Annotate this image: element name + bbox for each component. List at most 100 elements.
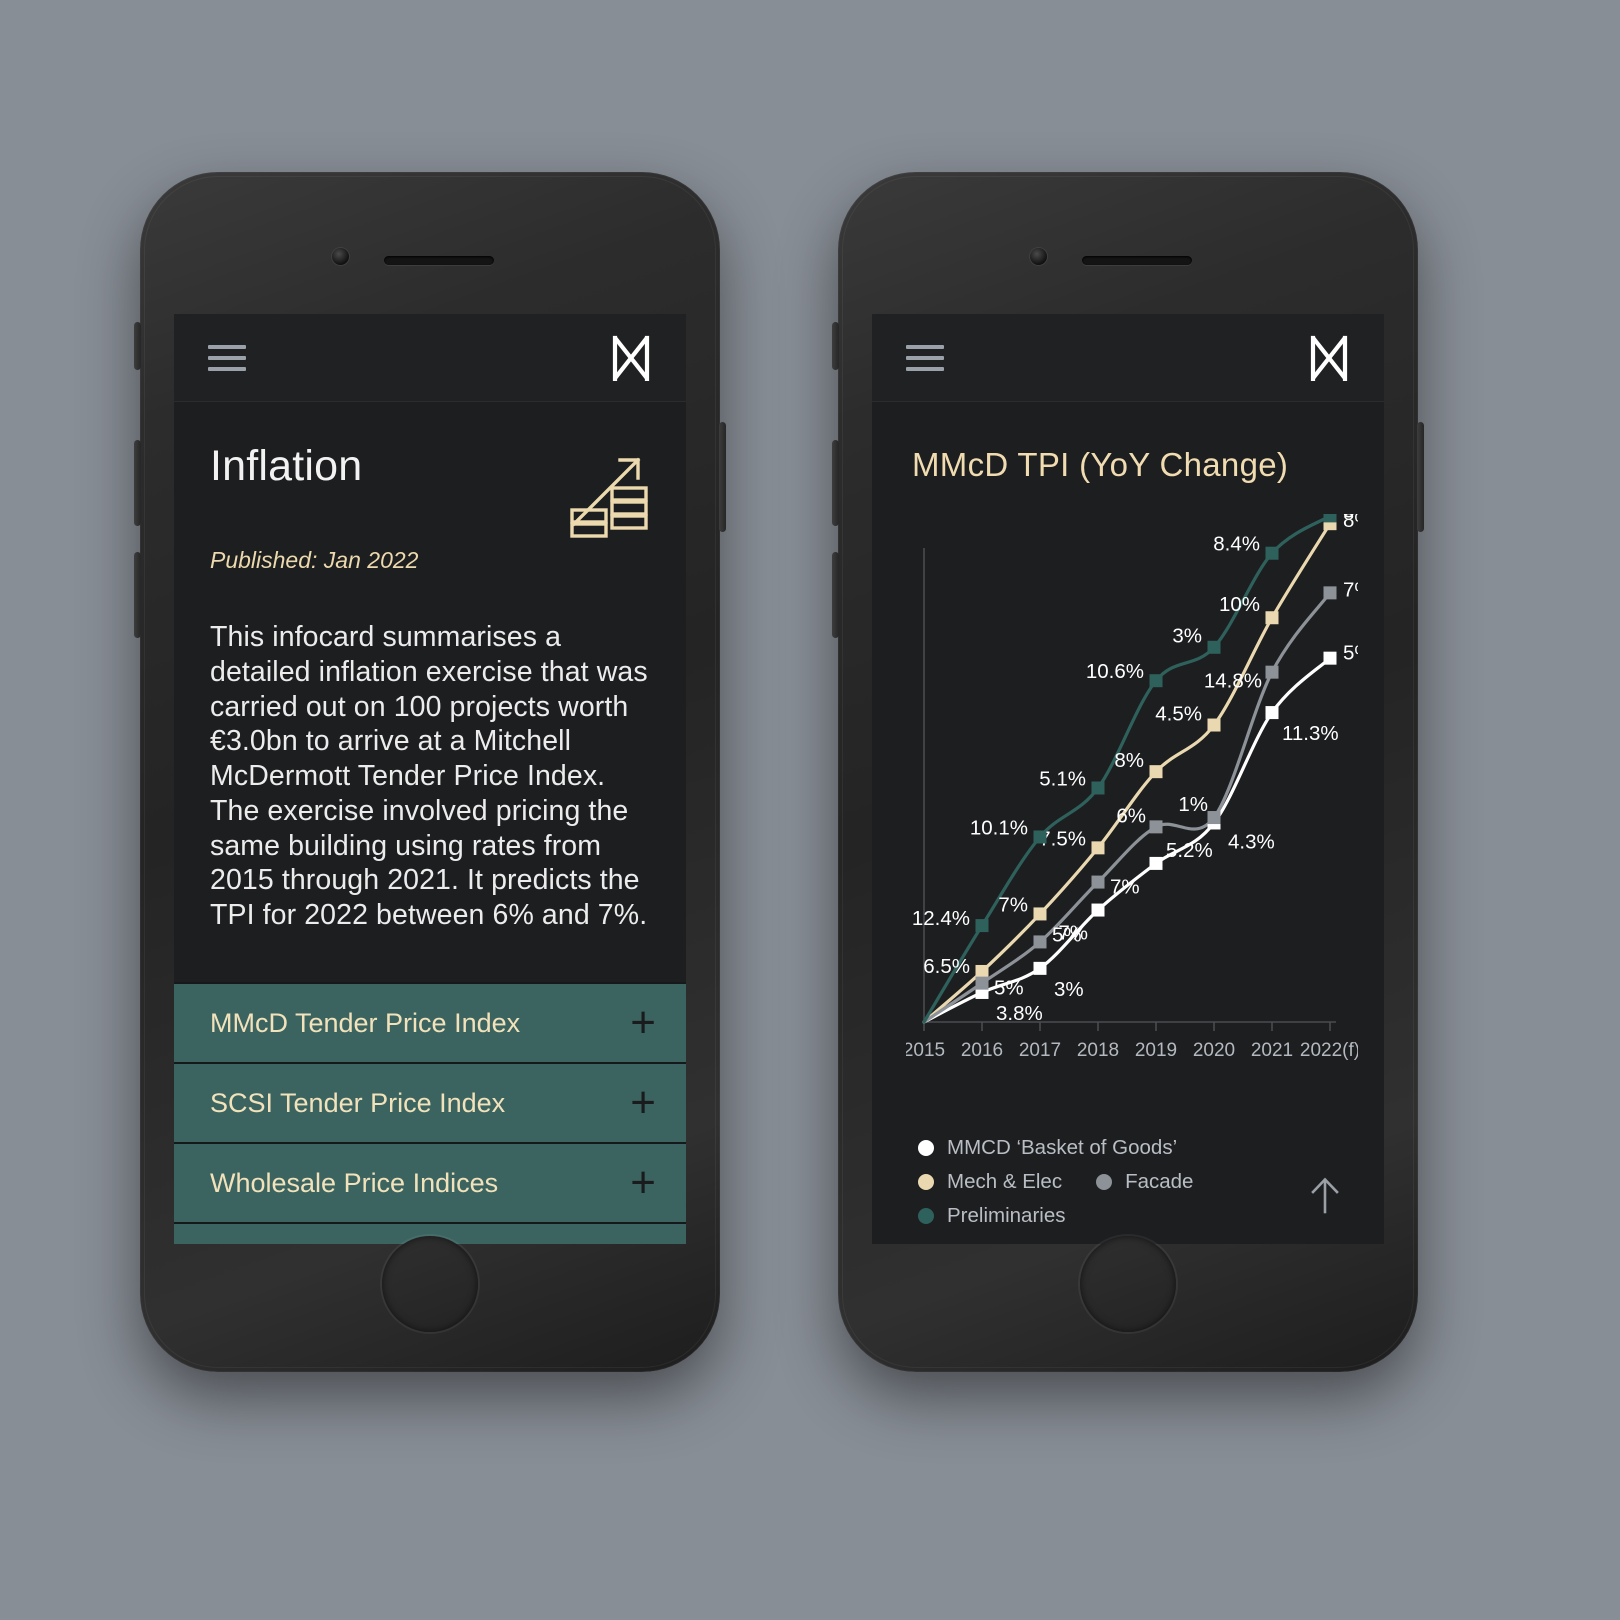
legend-label: Preliminaries bbox=[947, 1204, 1066, 1227]
data-point-label: 4.5% bbox=[1155, 702, 1202, 725]
data-point-label: 8.4% bbox=[1213, 533, 1260, 556]
accordion-item-mmcd-tpi[interactable]: MMcD Tender Price Index + bbox=[174, 982, 686, 1062]
data-point-label: 5% bbox=[1052, 923, 1082, 946]
data-point-label: 3% bbox=[1172, 625, 1202, 648]
legend-label: Facade bbox=[1125, 1170, 1194, 1193]
legend-color-dot bbox=[918, 1174, 934, 1190]
data-point-label: 12.4% bbox=[912, 907, 970, 930]
earpiece-speaker bbox=[384, 256, 494, 265]
mmcd-logo-icon[interactable] bbox=[610, 335, 652, 381]
legend-color-dot bbox=[918, 1208, 934, 1224]
data-point-label: 11.3% bbox=[1282, 722, 1339, 745]
mute-switch[interactable] bbox=[134, 322, 141, 370]
chart-marker bbox=[1265, 706, 1279, 720]
chart-marker bbox=[1149, 856, 1163, 870]
data-point-label: 5.2% bbox=[1166, 839, 1213, 862]
chart-marker bbox=[1033, 935, 1047, 949]
data-point-label: 7% bbox=[1343, 578, 1358, 601]
data-point-label: 10.6% bbox=[1086, 660, 1144, 683]
plus-icon[interactable]: + bbox=[630, 1160, 656, 1204]
accordion-list: MMcD Tender Price Index + SCSI Tender Pr… bbox=[174, 982, 686, 1244]
app-header-left bbox=[174, 314, 686, 402]
chart-marker bbox=[1265, 665, 1279, 679]
arrow-up-icon[interactable] bbox=[1308, 1176, 1342, 1214]
mute-switch[interactable] bbox=[832, 322, 839, 370]
phone-mockup-left: Inflation Published: Jan 2022 This infoc… bbox=[134, 172, 726, 1372]
x-axis-tick-label: 2018 bbox=[1077, 1040, 1119, 1061]
chart-marker bbox=[1265, 611, 1279, 625]
data-point-label: 8% bbox=[1114, 749, 1144, 772]
mmcd-logo-icon[interactable] bbox=[1308, 335, 1350, 381]
chart-marker bbox=[1207, 640, 1221, 654]
chart-marker bbox=[1323, 651, 1337, 665]
front-camera bbox=[1030, 248, 1047, 265]
canvas: Inflation Published: Jan 2022 This infoc… bbox=[0, 0, 1620, 1620]
chart-svg: 2015 2016 2017 2018 2019 2020 2021 2022(f) 3.8% 3… bbox=[906, 514, 1358, 1061]
data-point-label: 7% bbox=[1110, 875, 1140, 898]
data-point-label: 4.3% bbox=[1228, 830, 1275, 853]
x-axis-tick-label: 2017 bbox=[1019, 1040, 1061, 1061]
data-point-label: 5% bbox=[1343, 642, 1358, 665]
legend-color-dot bbox=[918, 1140, 934, 1156]
plus-icon[interactable]: + bbox=[630, 1000, 656, 1044]
accordion-label: MMcD Tender Price Index bbox=[210, 1007, 521, 1038]
data-point-label: 14.8% bbox=[1204, 670, 1262, 693]
plus-icon[interactable]: + bbox=[630, 1080, 656, 1124]
inflation-rising-coins-icon bbox=[570, 457, 648, 538]
volume-down-button[interactable] bbox=[832, 552, 839, 638]
legend-item[interactable]: Preliminaries bbox=[918, 1204, 1065, 1228]
data-point-label: 10% bbox=[1219, 593, 1260, 616]
legend-item[interactable]: Mech & Elec bbox=[918, 1170, 1062, 1194]
screen-right: MMcD TPI (YoY Change) 2015 2016 2017 2018 20… bbox=[872, 314, 1384, 1244]
hamburger-menu-icon[interactable] bbox=[906, 344, 944, 371]
accordion-item-wholesale-price[interactable]: Wholesale Price Indices + bbox=[174, 1142, 686, 1222]
chart-panel: MMcD TPI (YoY Change) 2015 2016 2017 2018 20… bbox=[872, 402, 1384, 1244]
data-point-label: 10.1% bbox=[970, 816, 1028, 839]
chart-marker bbox=[1207, 718, 1221, 732]
chart-marker bbox=[1091, 841, 1105, 855]
power-button[interactable] bbox=[1417, 422, 1424, 532]
legend-item[interactable]: Facade bbox=[1096, 1170, 1193, 1194]
hamburger-menu-icon[interactable] bbox=[208, 344, 246, 371]
volume-up-button[interactable] bbox=[832, 440, 839, 526]
chart-marker bbox=[1323, 586, 1337, 600]
chart-marker bbox=[1033, 907, 1047, 921]
data-point-label: 6% bbox=[1116, 804, 1146, 827]
chart-marker bbox=[1207, 811, 1221, 825]
volume-down-button[interactable] bbox=[134, 552, 141, 638]
chart-marker bbox=[1033, 961, 1047, 975]
accordion-label: SCSI Tender Price Index bbox=[210, 1087, 506, 1118]
chart-marker bbox=[1149, 820, 1163, 834]
earpiece-speaker bbox=[1082, 256, 1192, 265]
power-button[interactable] bbox=[719, 422, 726, 532]
legend-label: MMCD ‘Basket of Goods’ bbox=[947, 1136, 1178, 1159]
chart-marker bbox=[975, 919, 989, 933]
chart-title: MMcD TPI (YoY Change) bbox=[912, 446, 1289, 483]
x-axis-tick-label: 2022(f) bbox=[1300, 1040, 1358, 1061]
legend-color-dot bbox=[1096, 1174, 1113, 1190]
home-button[interactable] bbox=[1080, 1236, 1176, 1332]
phone-mockup-right: MMcD TPI (YoY Change) 2015 2016 2017 2018 20… bbox=[832, 172, 1424, 1372]
data-point-label: 5.1% bbox=[1039, 767, 1086, 790]
accordion-item-scsi-tpi[interactable]: SCSI Tender Price Index + bbox=[174, 1062, 686, 1142]
home-button[interactable] bbox=[382, 1236, 478, 1332]
data-point-label: 1% bbox=[1178, 793, 1208, 816]
infocard-body-text: This infocard summarises a detailed infl… bbox=[210, 621, 648, 932]
published-date: Published: Jan 2022 bbox=[210, 547, 419, 573]
chart-marker bbox=[1091, 875, 1105, 889]
screen-left: Inflation Published: Jan 2022 This infoc… bbox=[174, 314, 686, 1244]
x-axis-tick-label: 2021 bbox=[1251, 1040, 1293, 1061]
chart-line-mech-elec bbox=[922, 522, 1332, 1024]
x-axis-tick-label: 2020 bbox=[1193, 1040, 1235, 1061]
data-point-label: 3% bbox=[1343, 514, 1358, 522]
legend-item[interactable]: MMCD ‘Basket of Goods’ bbox=[918, 1136, 1177, 1160]
chart-marker bbox=[1323, 514, 1337, 523]
chart-marker bbox=[1033, 830, 1047, 844]
legend-label: Mech & Elec bbox=[947, 1170, 1063, 1193]
x-axis-tick-label: 2019 bbox=[1135, 1040, 1177, 1061]
data-point-label: 6.5% bbox=[923, 955, 970, 978]
data-point-label: 3% bbox=[1054, 978, 1084, 1001]
chart-legend: MMCD ‘Basket of Goods’ Mech & Elec Facade P… bbox=[906, 1136, 1354, 1228]
volume-up-button[interactable] bbox=[134, 440, 141, 526]
accordion-label: Wholesale Price Indices bbox=[210, 1167, 499, 1198]
